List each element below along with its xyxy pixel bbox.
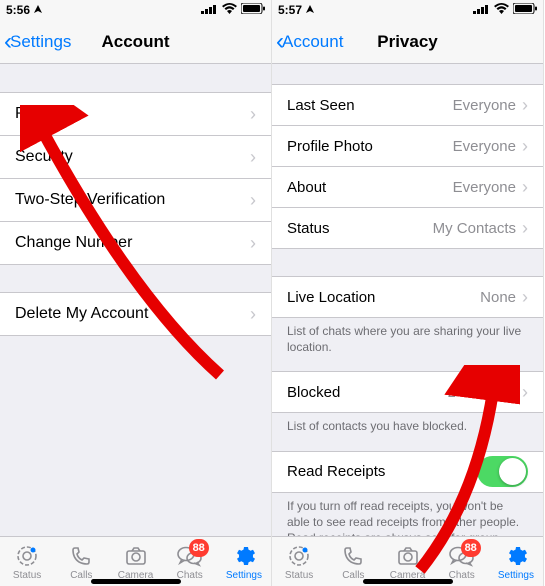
row-value: My Contacts [433, 220, 516, 237]
row-label: Profile Photo [287, 138, 453, 155]
read-receipts-footer: If you turn off read receipts, you won't… [272, 492, 543, 536]
back-button[interactable]: ‹ Settings [0, 30, 71, 54]
status-icon [287, 543, 311, 569]
row-two-step[interactable]: Two-Step Verification › [0, 178, 271, 222]
battery-icon [241, 3, 265, 17]
row-label: Security [15, 148, 250, 166]
row-security[interactable]: Security › [0, 135, 271, 179]
chevron-right-icon: › [250, 190, 256, 211]
tab-settings[interactable]: Settings [217, 537, 271, 586]
signal-icon [201, 3, 218, 17]
tab-label: Status [13, 570, 41, 581]
row-label: Blocked [287, 384, 448, 401]
chevron-right-icon: › [522, 136, 528, 157]
home-indicator [363, 579, 453, 584]
camera-icon [124, 543, 148, 569]
chevron-right-icon: › [522, 177, 528, 198]
blocked-footer: List of contacts you have blocked. [272, 412, 543, 440]
status-icon [15, 543, 39, 569]
row-delete-account[interactable]: Delete My Account › [0, 292, 271, 336]
calls-icon [341, 543, 365, 569]
page-title: Account [102, 32, 170, 52]
signal-icon [473, 3, 490, 17]
tab-status[interactable]: Status [0, 537, 54, 586]
chevron-right-icon: › [250, 147, 256, 168]
row-profile-photo[interactable]: Profile Photo Everyone › [272, 125, 543, 167]
wifi-icon [222, 3, 237, 17]
nav-bar: ‹ Settings Account [0, 20, 271, 64]
home-indicator [91, 579, 181, 584]
tab-label: Settings [498, 570, 534, 581]
wifi-icon [494, 3, 509, 17]
nav-bar: ‹ Account Privacy [272, 20, 543, 64]
back-button[interactable]: ‹ Account [272, 30, 343, 54]
row-label: Two-Step Verification [15, 191, 250, 209]
row-label: About [287, 179, 453, 196]
row-change-number[interactable]: Change Number › [0, 221, 271, 265]
back-label: Account [282, 32, 343, 52]
row-label: Privacy [15, 105, 250, 123]
tab-label: Settings [226, 570, 262, 581]
badge: 88 [189, 539, 209, 557]
tab-label: Calls [342, 570, 364, 581]
row-value: None [480, 289, 516, 306]
location-icon [33, 3, 43, 17]
camera-icon [396, 543, 420, 569]
row-read-receipts: Read Receipts [272, 451, 543, 493]
chevron-right-icon: › [522, 218, 528, 239]
calls-icon [69, 543, 93, 569]
content: Last Seen Everyone › Profile Photo Every… [272, 64, 543, 536]
tab-label: Status [285, 570, 313, 581]
chevron-right-icon: › [250, 304, 256, 325]
chevron-right-icon: › [522, 287, 528, 308]
row-live-location[interactable]: Live Location None › [272, 276, 543, 318]
account-screen: 5:56 ‹ Settings Account Privacy › Securi… [0, 0, 272, 586]
status-bar: 5:57 [272, 0, 543, 20]
live-location-footer: List of chats where you are sharing your… [272, 317, 543, 361]
badge: 88 [461, 539, 481, 557]
chevron-right-icon: › [522, 382, 528, 403]
gear-icon [232, 543, 256, 569]
row-label: Status [287, 220, 433, 237]
location-icon [305, 3, 315, 17]
battery-icon [513, 3, 537, 17]
row-label: Last Seen [287, 97, 453, 114]
back-label: Settings [10, 32, 71, 52]
tab-settings[interactable]: Settings [489, 537, 543, 586]
row-status-privacy[interactable]: Status My Contacts › [272, 207, 543, 249]
row-label: Change Number [15, 234, 250, 252]
row-last-seen[interactable]: Last Seen Everyone › [272, 84, 543, 126]
content: Privacy › Security › Two-Step Verificati… [0, 64, 271, 536]
row-about[interactable]: About Everyone › [272, 166, 543, 208]
row-value: Everyone [453, 97, 516, 114]
row-privacy[interactable]: Privacy › [0, 92, 271, 136]
row-label: Live Location [287, 289, 480, 306]
read-receipts-toggle[interactable] [477, 456, 528, 487]
chevron-right-icon: › [250, 233, 256, 254]
chevron-right-icon: › [522, 95, 528, 116]
row-blocked[interactable]: Blocked 2 contacts › [272, 371, 543, 413]
tab-status[interactable]: Status [272, 537, 326, 586]
privacy-screen: 5:57 ‹ Account Privacy Last Seen Everyon… [272, 0, 544, 586]
status-bar: 5:56 [0, 0, 271, 20]
page-title: Privacy [377, 32, 438, 52]
tab-label: Chats [449, 570, 475, 581]
row-value: Everyone [453, 138, 516, 155]
row-label: Read Receipts [287, 463, 477, 480]
status-time: 5:56 [6, 3, 30, 17]
gear-icon [504, 543, 528, 569]
chevron-right-icon: › [250, 104, 256, 125]
status-time: 5:57 [278, 3, 302, 17]
row-value: Everyone [453, 179, 516, 196]
row-value: 2 contacts [448, 384, 516, 401]
tab-label: Chats [177, 570, 203, 581]
row-label: Delete My Account [15, 305, 250, 323]
tab-label: Calls [70, 570, 92, 581]
